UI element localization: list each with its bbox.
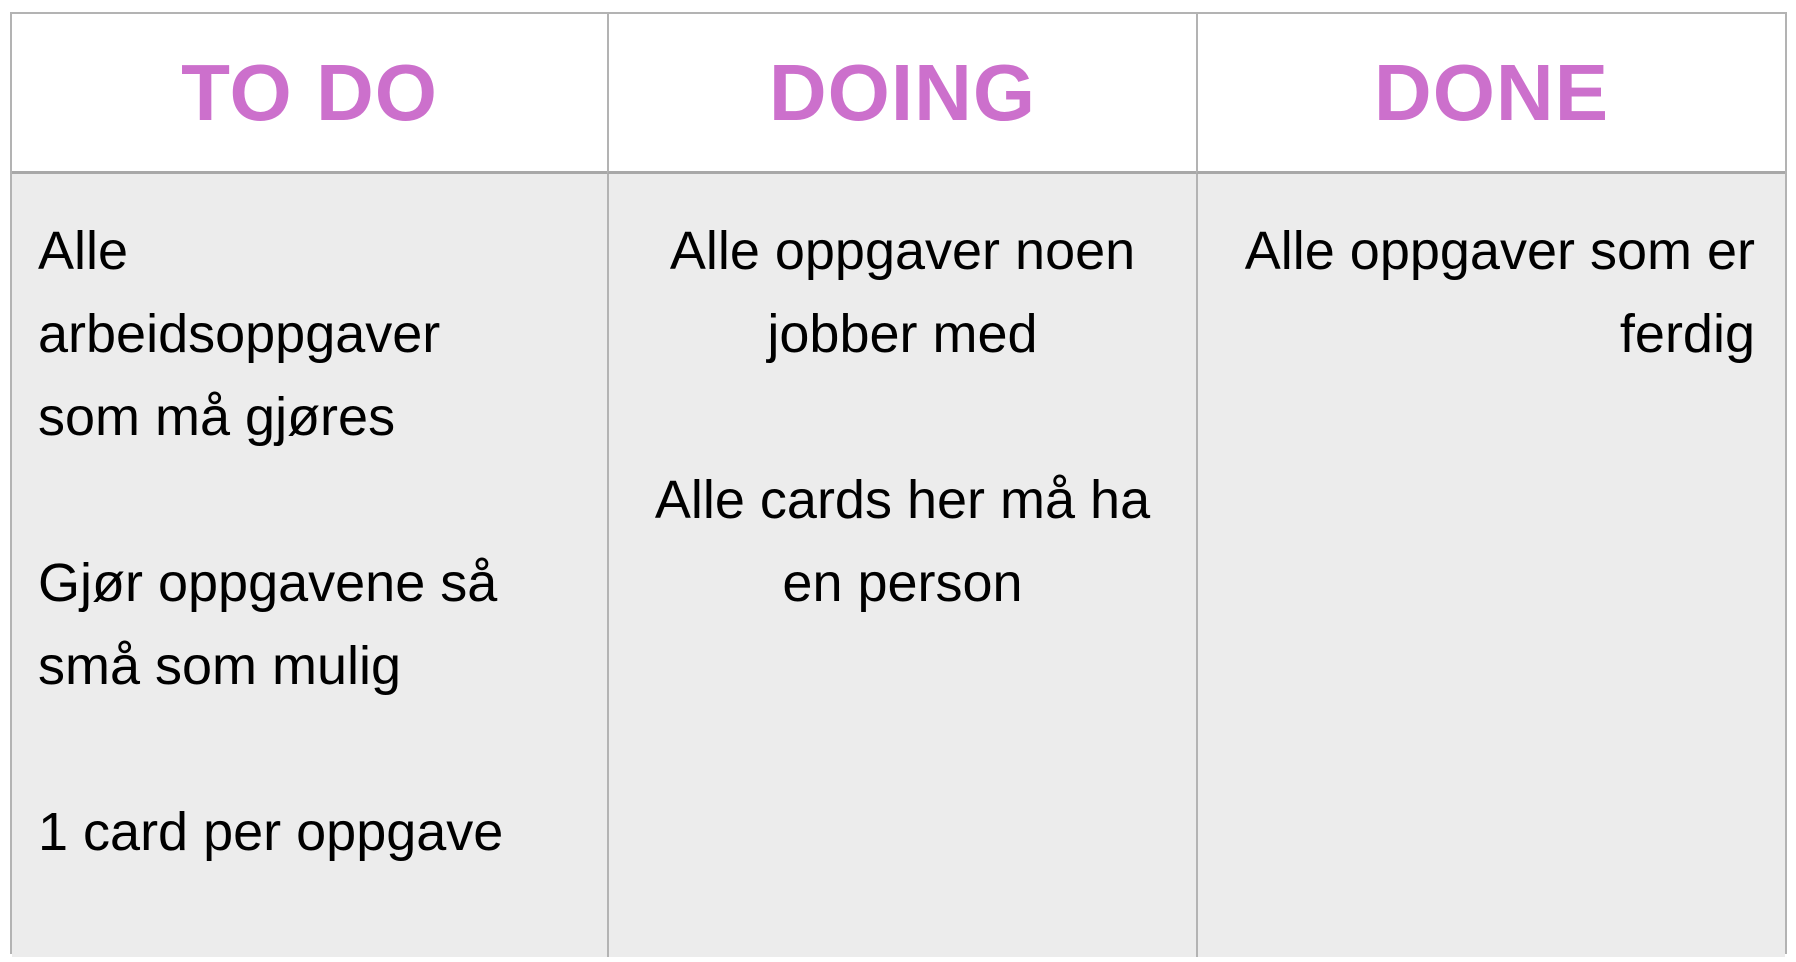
column-title-doing: DOING (768, 47, 1037, 137)
doing-description: Alle oppgaver noen jobber med (669, 221, 1136, 364)
column-body-doing: Alle oppgaver noen jobber med Alle cards… (607, 174, 1196, 957)
column-header-doing: DOING (607, 14, 1196, 174)
todo-card-rule: 1 card per oppgave (38, 802, 504, 862)
column-title-done: DONE (1373, 47, 1610, 137)
column-body-todo: Alle arbeidsoppgaver som må gjøres Gjør … (12, 174, 607, 957)
column-title-todo: TO DO (181, 47, 438, 137)
column-header-todo: TO DO (12, 14, 607, 174)
todo-description: Alle arbeidsoppgaver som må gjøres (38, 221, 441, 447)
todo-guideline: Gjør oppgavene så små som mulig (38, 553, 498, 696)
done-description: Alle oppgaver som er ferdig (1244, 221, 1755, 364)
doing-card-rule: Alle cards her må ha en person (654, 470, 1151, 613)
column-header-done: DONE (1196, 14, 1785, 174)
column-body-done: Alle oppgaver som er ferdig (1196, 174, 1785, 957)
kanban-board: TO DO DOING DONE Alle arbeidsoppgaver so… (10, 12, 1787, 957)
